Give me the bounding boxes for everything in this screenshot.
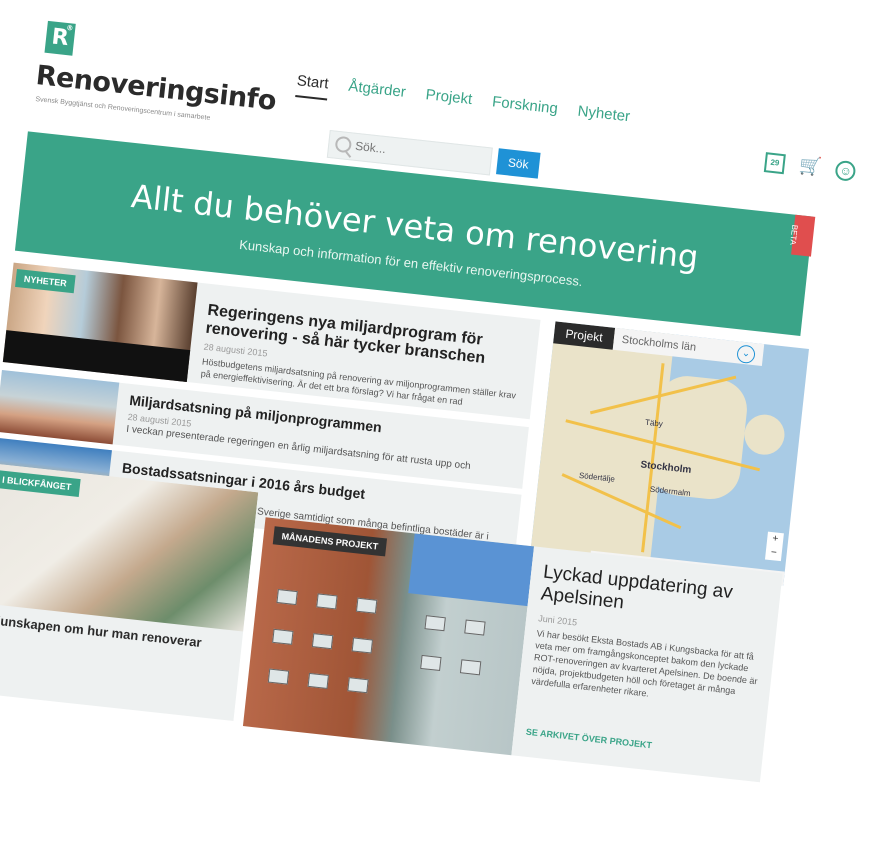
building-window xyxy=(424,615,446,632)
spotlight-image: I BLICKFÅNGET xyxy=(0,463,259,632)
logo-registered: ® xyxy=(65,23,74,33)
zoom-out-button[interactable]: − xyxy=(765,546,782,562)
search-icon xyxy=(334,135,353,154)
region-select-value: Stockholms län xyxy=(621,333,697,354)
news-tag: NYHETER xyxy=(15,268,76,294)
search-input[interactable] xyxy=(352,137,488,168)
building-window xyxy=(272,628,294,645)
building-window xyxy=(307,672,329,689)
spotlight-tag: I BLICKFÅNGET xyxy=(0,469,81,497)
map-zoom-control: + − xyxy=(764,531,784,562)
map-label: Täby xyxy=(644,417,664,429)
cart-icon[interactable]: 🛒 xyxy=(798,155,822,178)
building-window xyxy=(351,637,374,654)
building-window xyxy=(459,659,482,676)
building-window xyxy=(347,677,369,694)
building-window xyxy=(267,668,290,685)
nav-projekt[interactable]: Projekt xyxy=(425,86,473,108)
project-tag: MÅNADENS PROJEKT xyxy=(272,526,388,557)
building-window xyxy=(464,619,486,636)
news-featured-image: NYHETER xyxy=(2,262,198,382)
chevron-down-icon[interactable]: ⌄ xyxy=(736,344,756,365)
project-map[interactable]: Täby Stockholm Södertälje Södermalm Proj… xyxy=(529,321,809,586)
building-window xyxy=(276,589,298,606)
project-archive-link[interactable]: SE ARKIVET ÖVER PROJEKT xyxy=(525,727,652,751)
project-card[interactable]: Lyckad uppdatering av Apelsinen Juni 201… xyxy=(511,546,783,783)
calendar-icon[interactable]: 29 xyxy=(763,151,786,174)
nav-start[interactable]: Start xyxy=(295,72,330,101)
map-land xyxy=(742,412,787,457)
beta-badge: BETA xyxy=(788,214,816,257)
project-image[interactable]: MÅNADENS PROJEKT xyxy=(242,517,535,756)
header-icons: 29 🛒 ☺ xyxy=(763,151,867,183)
project-text: Vi har besökt Eksta Bostads AB i Kungsba… xyxy=(530,628,758,699)
project-image-sky xyxy=(408,533,535,607)
spotlight-card[interactable]: I BLICKFÅNGET "Kunskapen om hur man reno… xyxy=(0,463,259,721)
nav-atgarder[interactable]: Åtgärder xyxy=(348,78,407,101)
page: R ® Renoveringsinfo Svensk Byggtjänst och… xyxy=(0,20,865,865)
building-window xyxy=(311,633,334,650)
main-nav: Start Åtgärder Projekt Forskning Nyheter xyxy=(295,72,647,127)
building-window xyxy=(420,654,442,672)
project-date: Juni 2015 xyxy=(537,613,578,628)
news-item-image xyxy=(0,369,120,445)
search-button[interactable]: Sök xyxy=(496,148,541,179)
nav-nyheter[interactable]: Nyheter xyxy=(577,103,631,126)
building-window xyxy=(355,597,378,614)
nav-forskning[interactable]: Forskning xyxy=(491,93,558,117)
logo-mark[interactable]: R ® xyxy=(44,20,76,56)
user-icon[interactable]: ☺ xyxy=(834,159,857,182)
building-window xyxy=(316,593,338,610)
